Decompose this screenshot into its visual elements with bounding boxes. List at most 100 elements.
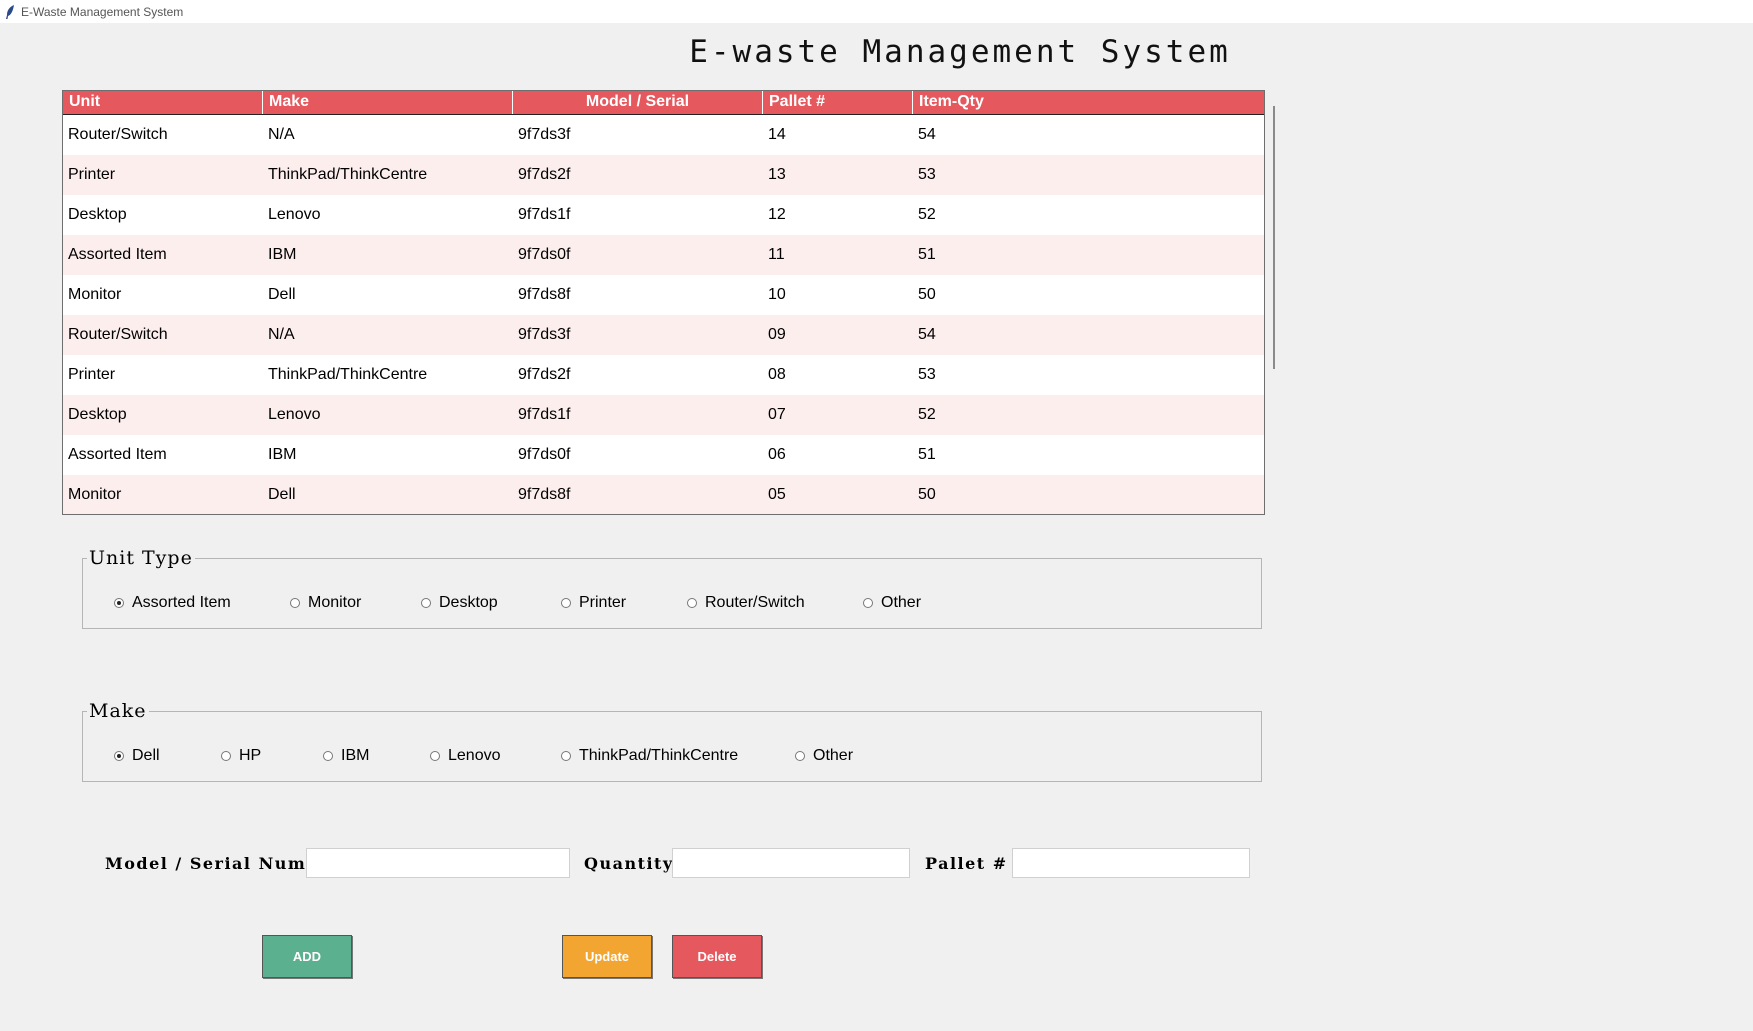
table-row[interactable]: Desktop Lenovo 9f7ds1f 12 52 bbox=[63, 195, 1264, 235]
make-radio-ibm[interactable]: IBM bbox=[323, 747, 369, 765]
cell-pallet: 14 bbox=[768, 126, 786, 143]
unit-type-legend: Unit Type bbox=[89, 547, 193, 569]
quantity-input[interactable] bbox=[672, 848, 910, 878]
make-radio-lenovo[interactable]: Lenovo bbox=[430, 747, 501, 765]
radio-indicator-icon[interactable] bbox=[114, 598, 124, 608]
quantity-label: Quantity bbox=[584, 854, 674, 873]
radio-indicator-icon[interactable] bbox=[795, 751, 805, 761]
make-radio-thinkpad-thinkcentre[interactable]: ThinkPad/ThinkCentre bbox=[561, 747, 738, 765]
table-row[interactable]: Assorted Item IBM 9f7ds0f 06 51 bbox=[63, 435, 1264, 475]
column-header-item-qty[interactable]: Item-Qty bbox=[913, 91, 1264, 114]
cell-item-qty: 52 bbox=[918, 406, 936, 423]
table-row[interactable]: Printer ThinkPad/ThinkCentre 9f7ds2f 13 53 bbox=[63, 155, 1264, 195]
radio-label: Router/Switch bbox=[705, 594, 805, 611]
radio-indicator-icon[interactable] bbox=[561, 751, 571, 761]
table-row[interactable]: Monitor Dell 9f7ds8f 10 50 bbox=[63, 275, 1264, 315]
cell-item-qty: 50 bbox=[918, 486, 936, 503]
cell-item-qty: 51 bbox=[918, 446, 936, 463]
cell-item-qty: 51 bbox=[918, 246, 936, 263]
radio-label: Desktop bbox=[439, 594, 498, 611]
unit-type-radio-desktop[interactable]: Desktop bbox=[421, 594, 498, 612]
radio-indicator-icon[interactable] bbox=[561, 598, 571, 608]
radio-label: ThinkPad/ThinkCentre bbox=[579, 747, 739, 764]
cell-make: IBM bbox=[268, 246, 297, 263]
update-button[interactable]: Update bbox=[562, 935, 652, 978]
make-group: Make bbox=[82, 700, 1262, 782]
make-radio-dell[interactable]: Dell bbox=[114, 747, 160, 765]
pallet-input[interactable] bbox=[1012, 848, 1250, 878]
column-header-pallet[interactable]: Pallet # bbox=[763, 91, 913, 114]
feather-icon bbox=[5, 4, 15, 19]
cell-unit: Desktop bbox=[68, 206, 127, 223]
cell-pallet: 07 bbox=[768, 406, 786, 423]
cell-pallet: 12 bbox=[768, 206, 786, 223]
cell-pallet: 10 bbox=[768, 286, 786, 303]
column-header-unit[interactable]: Unit bbox=[63, 91, 263, 114]
cell-pallet: 06 bbox=[768, 446, 786, 463]
radio-label: Dell bbox=[132, 747, 160, 764]
cell-item-qty: 54 bbox=[918, 126, 936, 143]
cell-make: ThinkPad/ThinkCentre bbox=[268, 166, 428, 183]
radio-label: Printer bbox=[579, 594, 627, 611]
cell-model-serial: 9f7ds3f bbox=[518, 326, 571, 343]
cell-model-serial: 9f7ds1f bbox=[518, 406, 571, 423]
delete-button[interactable]: Delete bbox=[672, 935, 762, 978]
table-scrollbar[interactable] bbox=[1273, 106, 1275, 369]
page-title: E-waste Management System bbox=[689, 34, 1231, 70]
unit-type-radio-other[interactable]: Other bbox=[863, 594, 921, 612]
make-legend: Make bbox=[89, 700, 147, 722]
cell-make: Lenovo bbox=[268, 406, 321, 423]
cell-pallet: 08 bbox=[768, 366, 786, 383]
radio-indicator-icon[interactable] bbox=[863, 598, 873, 608]
records-table[interactable]: Unit Make Model / Serial Pallet # Item-Q… bbox=[62, 90, 1265, 515]
unit-type-radio-assorted-item[interactable]: Assorted Item bbox=[114, 594, 231, 612]
radio-indicator-icon[interactable] bbox=[290, 598, 300, 608]
cell-make: Dell bbox=[268, 486, 296, 503]
window-title: E-Waste Management System bbox=[21, 4, 184, 19]
cell-unit: Desktop bbox=[68, 406, 127, 423]
cell-pallet: 09 bbox=[768, 326, 786, 343]
radio-label: Other bbox=[813, 747, 854, 764]
radio-indicator-icon[interactable] bbox=[687, 598, 697, 608]
cell-unit: Assorted Item bbox=[68, 446, 167, 463]
cell-make: N/A bbox=[268, 126, 295, 143]
cell-unit: Router/Switch bbox=[68, 326, 168, 343]
table-body: Router/Switch N/A 9f7ds3f 14 54 Printer ThinkP… bbox=[63, 115, 1264, 514]
make-radio-other[interactable]: Other bbox=[795, 747, 853, 765]
table-row[interactable]: Printer ThinkPad/ThinkCentre 9f7ds2f 08 53 bbox=[63, 355, 1264, 395]
unit-type-radio-router-switch[interactable]: Router/Switch bbox=[687, 594, 805, 612]
model-serial-input[interactable] bbox=[306, 848, 570, 878]
cell-item-qty: 53 bbox=[918, 366, 936, 383]
window-titlebar: E-Waste Management System bbox=[0, 0, 1753, 23]
cell-pallet: 11 bbox=[768, 246, 785, 263]
radio-indicator-icon[interactable] bbox=[430, 751, 440, 761]
table-row[interactable]: Router/Switch N/A 9f7ds3f 09 54 bbox=[63, 315, 1264, 355]
table-row[interactable]: Assorted Item IBM 9f7ds0f 11 51 bbox=[63, 235, 1264, 275]
radio-indicator-icon[interactable] bbox=[323, 751, 333, 761]
radio-label: IBM bbox=[341, 747, 370, 764]
make-radio-hp[interactable]: HP bbox=[221, 747, 261, 765]
radio-indicator-icon[interactable] bbox=[114, 751, 124, 761]
radio-label: Other bbox=[881, 594, 922, 611]
cell-item-qty: 53 bbox=[918, 166, 936, 183]
column-header-make[interactable]: Make bbox=[263, 91, 513, 114]
cell-model-serial: 9f7ds3f bbox=[518, 126, 571, 143]
cell-unit: Printer bbox=[68, 166, 116, 183]
table-row[interactable]: Desktop Lenovo 9f7ds1f 07 52 bbox=[63, 395, 1264, 435]
radio-label: HP bbox=[239, 747, 262, 764]
table-row[interactable]: Monitor Dell 9f7ds8f 05 50 bbox=[63, 475, 1264, 514]
radio-indicator-icon[interactable] bbox=[421, 598, 431, 608]
unit-type-radio-monitor[interactable]: Monitor bbox=[290, 594, 361, 612]
cell-unit: Assorted Item bbox=[68, 246, 167, 263]
radio-label: Monitor bbox=[308, 594, 362, 611]
cell-make: Lenovo bbox=[268, 206, 321, 223]
add-button[interactable]: ADD bbox=[262, 935, 352, 978]
cell-model-serial: 9f7ds2f bbox=[518, 366, 571, 383]
radio-indicator-icon[interactable] bbox=[221, 751, 231, 761]
cell-item-qty: 54 bbox=[918, 326, 936, 343]
table-row[interactable]: Router/Switch N/A 9f7ds3f 14 54 bbox=[63, 115, 1264, 155]
cell-make: ThinkPad/ThinkCentre bbox=[268, 366, 428, 383]
unit-type-radio-printer[interactable]: Printer bbox=[561, 594, 626, 612]
column-header-model-serial[interactable]: Model / Serial bbox=[513, 91, 763, 114]
pallet-label: Pallet # bbox=[925, 854, 1008, 873]
